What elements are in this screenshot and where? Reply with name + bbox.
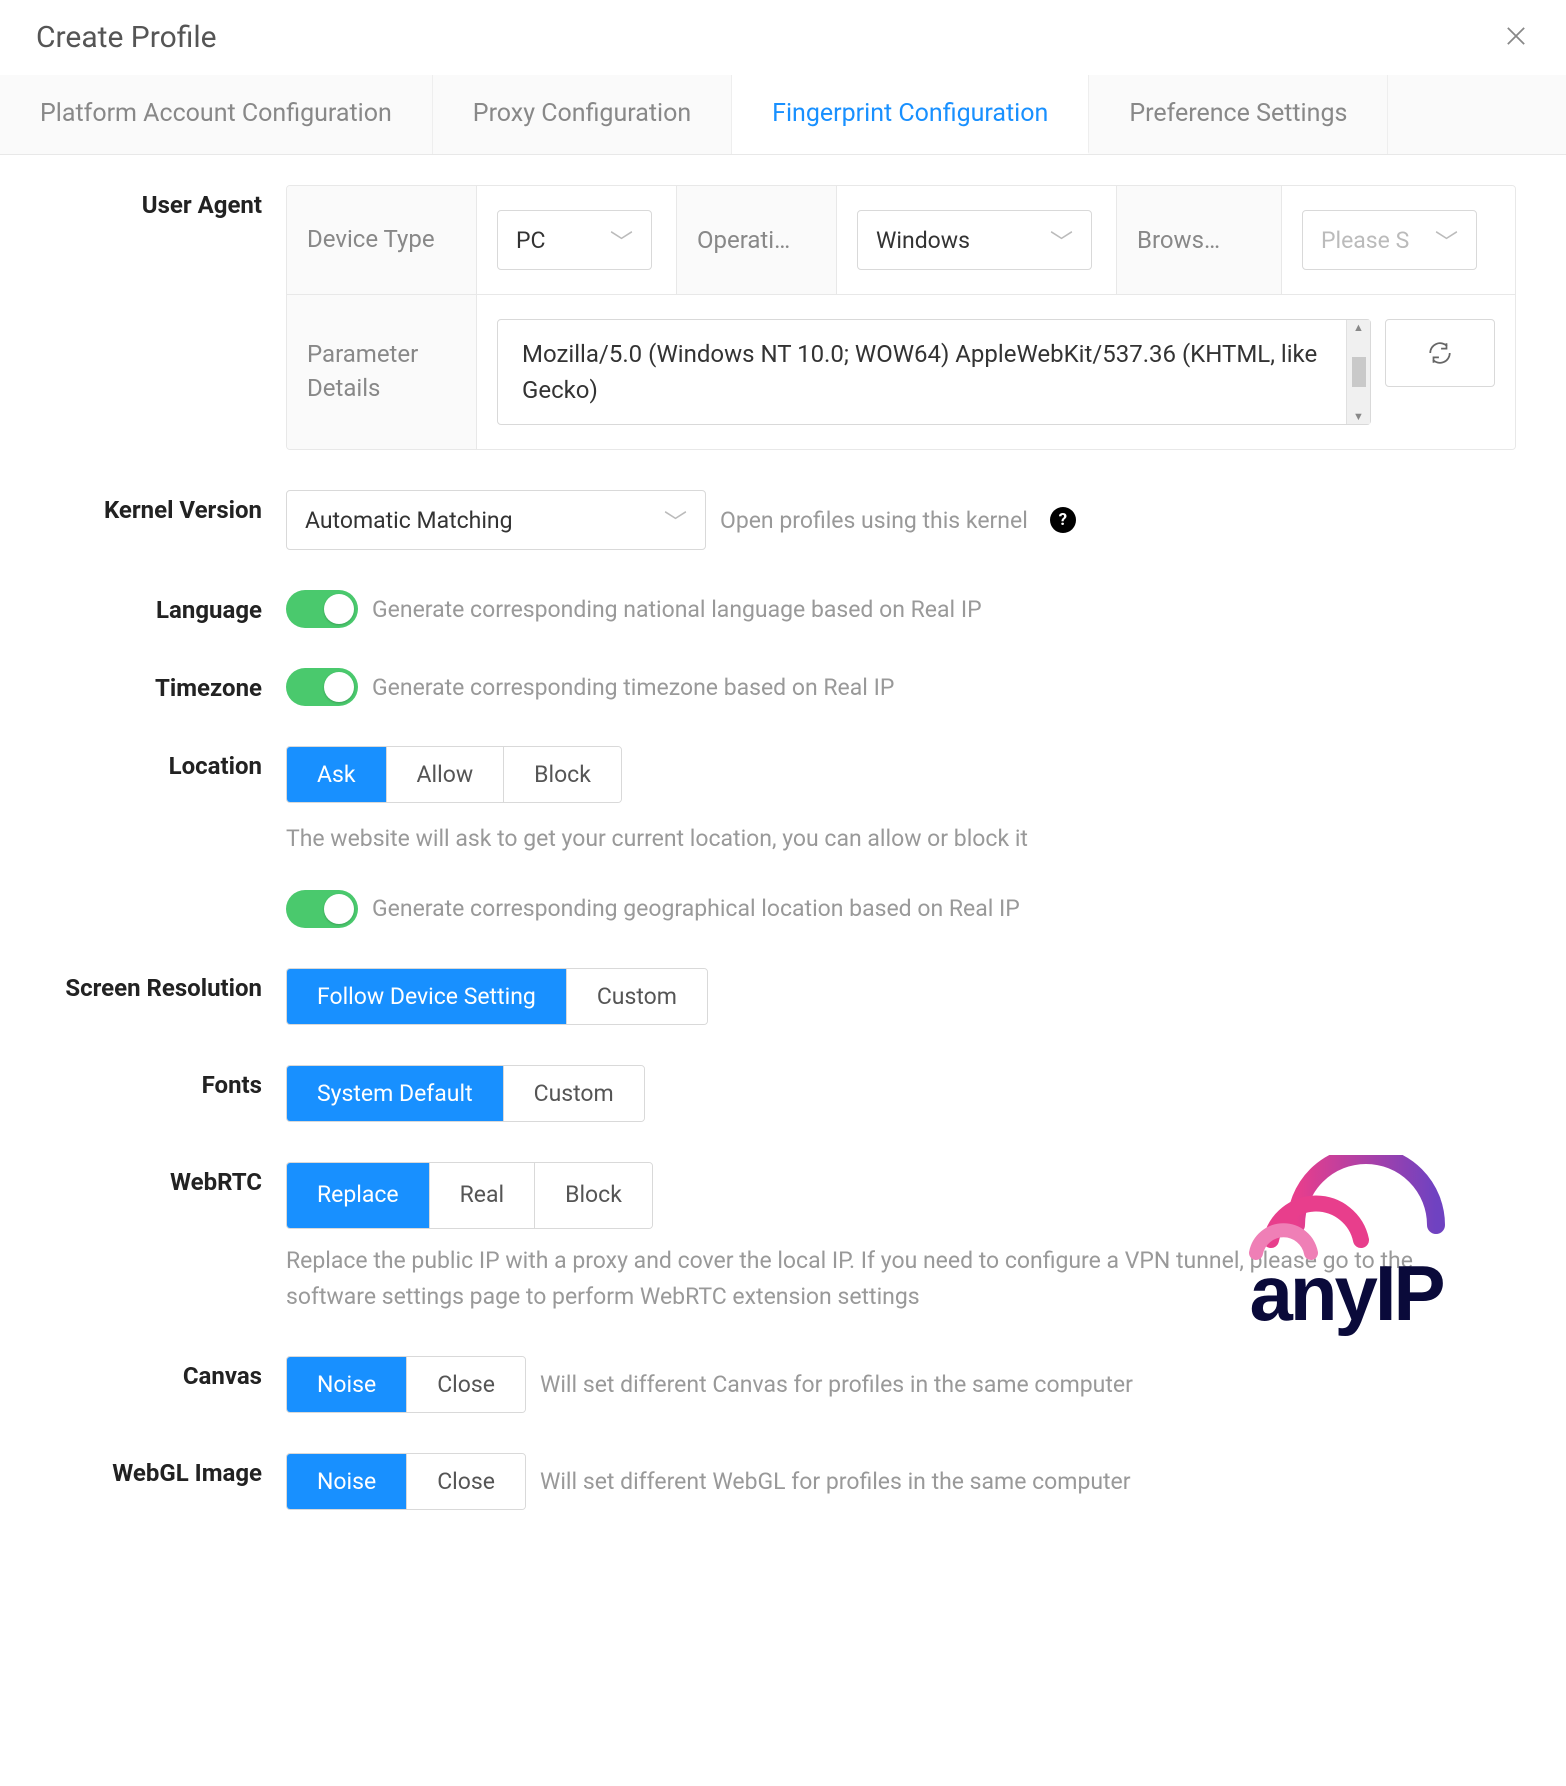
webrtc-label: WebRTC <box>36 1162 286 1196</box>
location-geo-toggle[interactable] <box>286 890 358 928</box>
language-helper: Generate corresponding national language… <box>372 596 982 623</box>
browser-label: Brows… <box>1117 186 1282 294</box>
user-agent-textarea[interactable]: Mozilla/5.0 (Windows NT 10.0; WOW64) App… <box>497 319 1371 425</box>
kernel-label: Kernel Version <box>36 490 286 524</box>
help-icon[interactable]: ? <box>1050 507 1076 533</box>
kernel-select[interactable]: Automatic Matching ﹀ <box>286 490 706 550</box>
location-geo-helper: Generate corresponding geographical loca… <box>372 895 1020 922</box>
chevron-down-icon: ﹀ <box>664 503 687 537</box>
screen-res-button-group: Follow Device Setting Custom <box>286 968 708 1025</box>
webgl-label: WebGL Image <box>36 1453 286 1487</box>
location-label: Location <box>36 746 286 780</box>
scroll-down-icon[interactable]: ▼ <box>1353 411 1364 422</box>
location-block-button[interactable]: Block <box>504 747 621 802</box>
webrtc-button-group: Replace Real Block <box>286 1162 653 1229</box>
location-button-group: Ask Allow Block <box>286 746 622 803</box>
device-type-select[interactable]: PC ﹀ <box>497 210 652 270</box>
refresh-button[interactable] <box>1385 319 1495 387</box>
fonts-button-group: System Default Custom <box>286 1065 645 1122</box>
location-allow-button[interactable]: Allow <box>387 747 505 802</box>
tab-platform-account[interactable]: Platform Account Configuration <box>0 75 433 154</box>
screen-res-custom-button[interactable]: Custom <box>567 969 707 1024</box>
canvas-button-group: Noise Close <box>286 1356 526 1413</box>
scroll-thumb[interactable] <box>1352 357 1366 387</box>
screen-res-label: Screen Resolution <box>36 968 286 1002</box>
canvas-close-button[interactable]: Close <box>407 1357 525 1412</box>
device-type-label: Device Type <box>287 186 477 294</box>
fonts-custom-button[interactable]: Custom <box>504 1066 644 1121</box>
timezone-label: Timezone <box>36 668 286 702</box>
timezone-toggle[interactable] <box>286 668 358 706</box>
timezone-helper: Generate corresponding timezone based on… <box>372 674 894 701</box>
location-ask-button[interactable]: Ask <box>287 747 387 802</box>
language-label: Language <box>36 590 286 624</box>
kernel-helper: Open profiles using this kernel <box>720 507 1028 534</box>
scrollbar[interactable]: ▲ ▼ <box>1346 320 1370 424</box>
webrtc-real-button[interactable]: Real <box>430 1163 535 1228</box>
fonts-system-button[interactable]: System Default <box>287 1066 504 1121</box>
user-agent-label: User Agent <box>36 185 286 219</box>
webrtc-block-button[interactable]: Block <box>535 1163 652 1228</box>
modal-title: Create Profile <box>36 20 217 55</box>
os-select[interactable]: Windows ﹀ <box>857 210 1092 270</box>
webrtc-replace-button[interactable]: Replace <box>287 1163 430 1228</box>
os-label: Operati… <box>677 186 837 294</box>
screen-res-follow-button[interactable]: Follow Device Setting <box>287 969 567 1024</box>
canvas-noise-button[interactable]: Noise <box>287 1357 407 1412</box>
language-toggle[interactable] <box>286 590 358 628</box>
param-details-label: Parameter Details <box>287 295 477 449</box>
chevron-down-icon: ﹀ <box>610 223 633 257</box>
close-icon[interactable] <box>1502 22 1530 54</box>
webgl-button-group: Noise Close <box>286 1453 526 1510</box>
create-profile-modal: Create Profile Platform Account Configur… <box>0 0 1566 1570</box>
webgl-desc: Will set different WebGL for profiles in… <box>540 1468 1131 1495</box>
tab-preference[interactable]: Preference Settings <box>1089 75 1388 154</box>
canvas-desc: Will set different Canvas for profiles i… <box>540 1371 1133 1398</box>
webgl-close-button[interactable]: Close <box>407 1454 525 1509</box>
webrtc-desc: Replace the public IP with a proxy and c… <box>286 1243 1416 1317</box>
browser-select[interactable]: Please S ﹀ <box>1302 210 1477 270</box>
fonts-label: Fonts <box>36 1065 286 1099</box>
scroll-up-icon[interactable]: ▲ <box>1353 322 1364 333</box>
user-agent-table: Device Type PC ﹀ Operati… Windows ﹀ <box>286 185 1516 450</box>
canvas-label: Canvas <box>36 1356 286 1390</box>
location-desc: The website will ask to get your current… <box>286 821 1416 858</box>
chevron-down-icon: ﹀ <box>1435 223 1458 257</box>
tab-proxy[interactable]: Proxy Configuration <box>433 75 732 154</box>
tabs: Platform Account Configuration Proxy Con… <box>0 75 1566 155</box>
webgl-noise-button[interactable]: Noise <box>287 1454 407 1509</box>
chevron-down-icon: ﹀ <box>1050 223 1073 257</box>
tab-fingerprint[interactable]: Fingerprint Configuration <box>732 75 1089 154</box>
